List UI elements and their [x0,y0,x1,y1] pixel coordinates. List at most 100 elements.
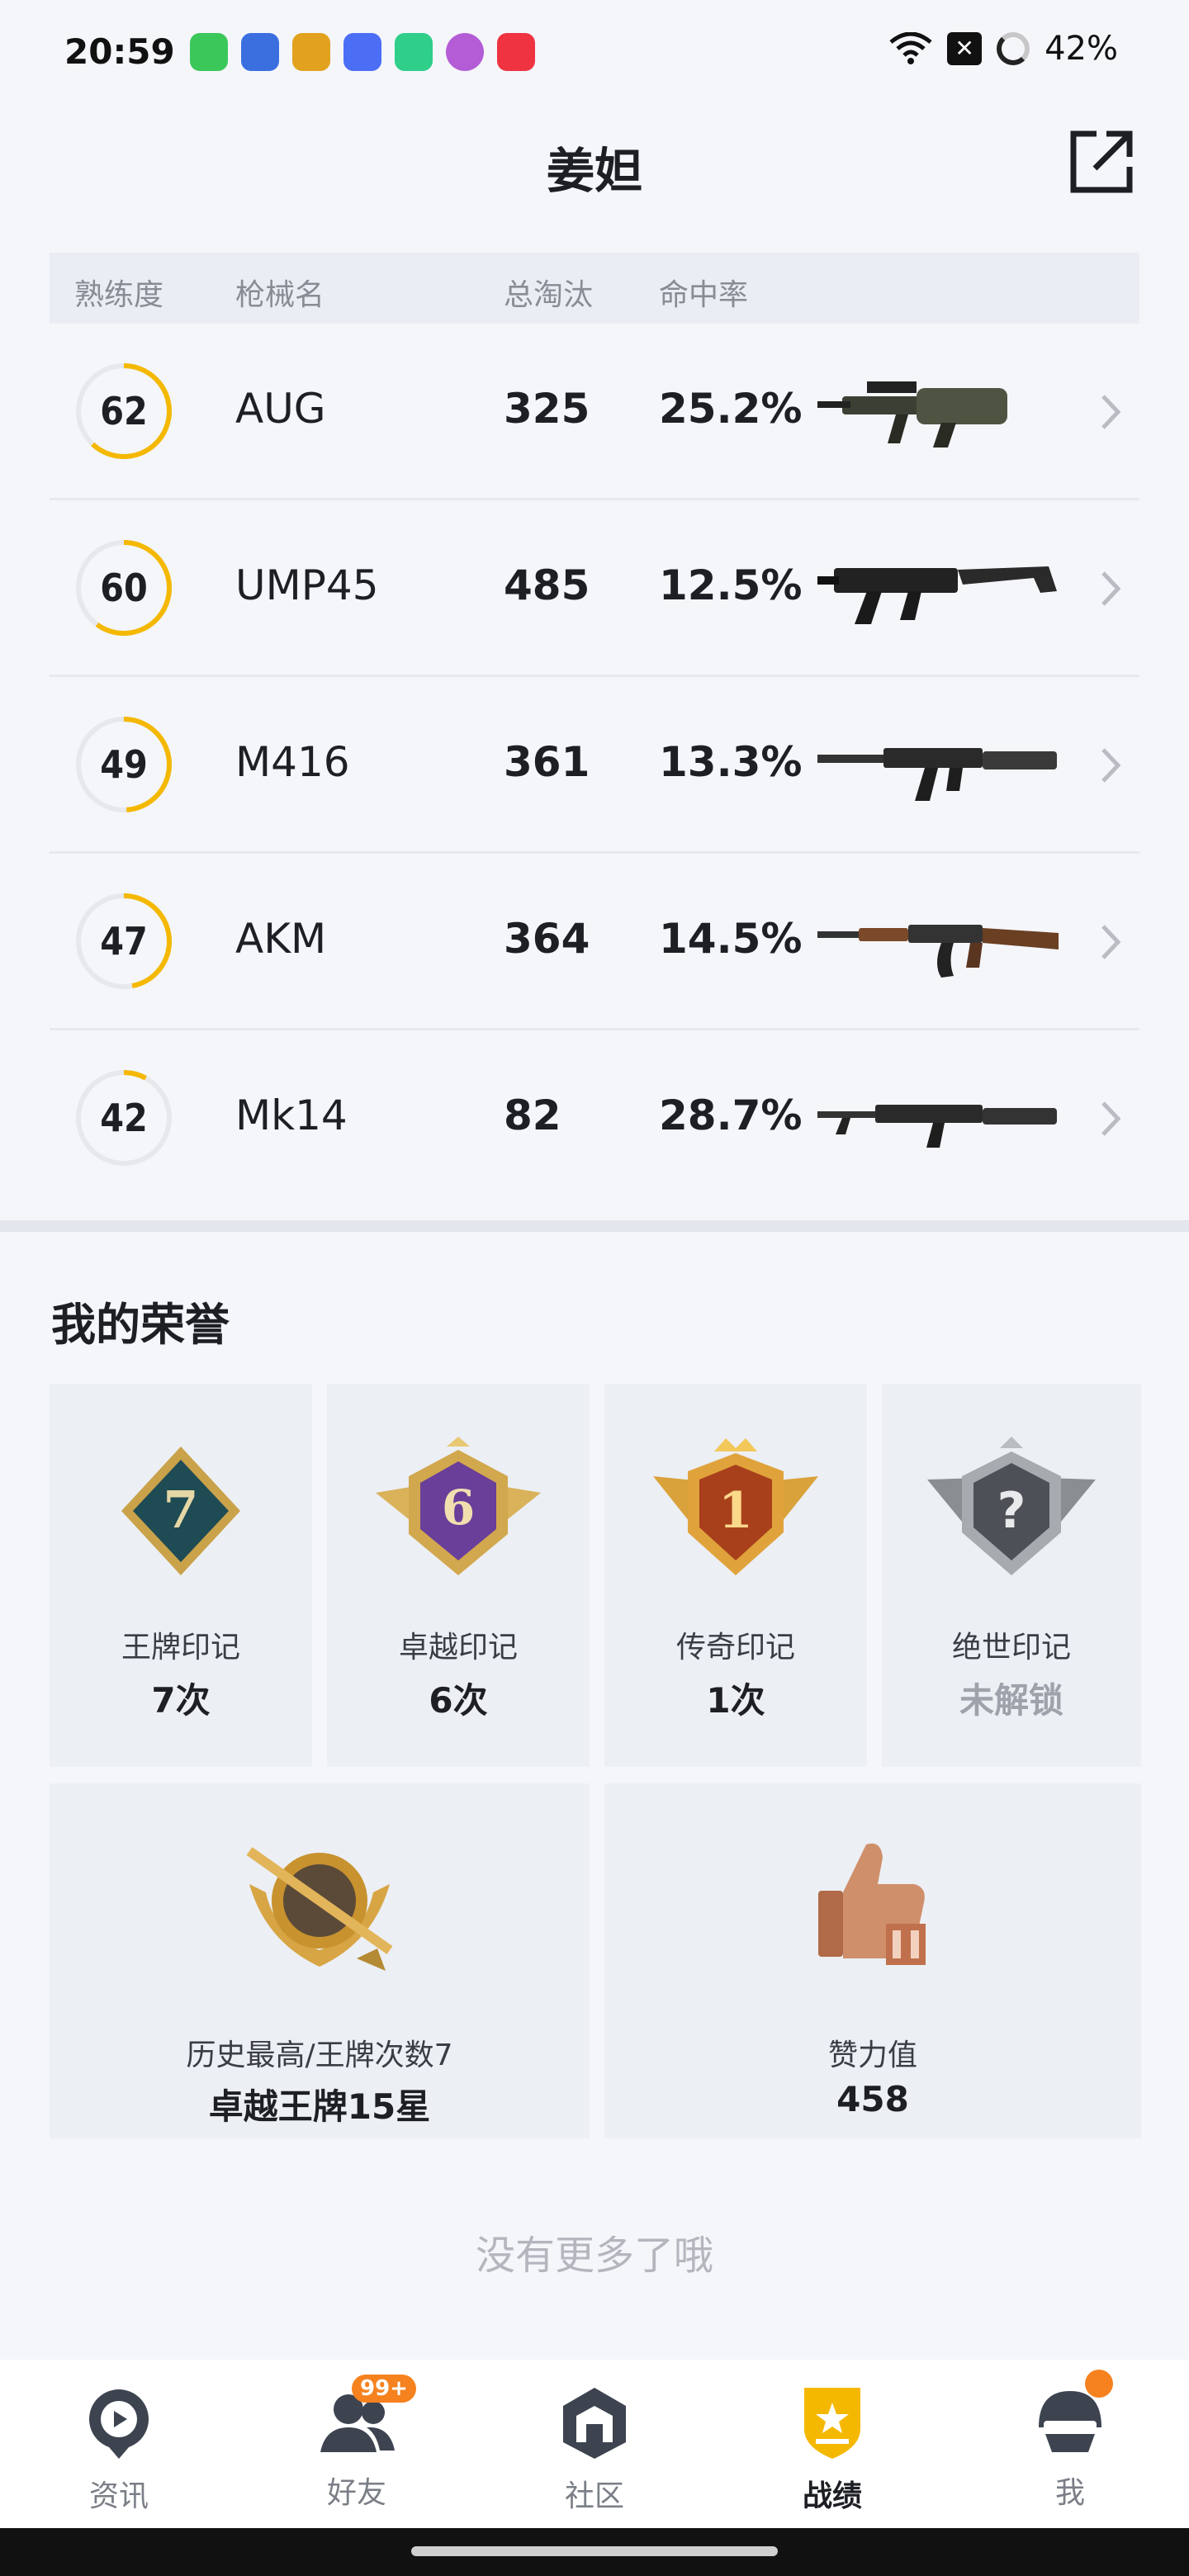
weapon-name: M416 [235,738,350,786]
svg-text:?: ? [997,1482,1026,1540]
app-notification-icon [395,33,433,71]
honor-card-label: 卓越印记 [398,1631,518,1664]
stats-shield-icon [804,2388,860,2459]
weapon-row[interactable]: 49 M416 361 13.3% [50,677,1139,854]
honor-card-ace[interactable]: 7 王牌印记 7次 [50,1384,312,1767]
header-accuracy: 命中率 [659,278,749,312]
m416-rifle-icon [817,748,1057,801]
nav-label: 资讯 [88,2479,149,2513]
mastery-value: 62 [100,389,148,433]
excellence-mark-badge-icon: 6 [376,1437,541,1575]
honor-card-value: 1次 [706,1680,765,1721]
status-bar: 20:59 ✕ 42% [0,0,1189,107]
ump45-smg-icon [817,566,1057,624]
honor-card-label: 王牌印记 [121,1631,240,1664]
svg-text:7: 7 [163,1480,198,1540]
weapon-accuracy: 28.7% [659,1091,803,1139]
header-mastery: 熟练度 [74,278,164,312]
likes-label: 赞力值 [827,2039,917,2072]
bottom-nav: 资讯 99+ 好友 社区 战绩 我 [0,2360,1189,2528]
app-notification-icon [446,33,484,71]
honor-card-peerless[interactable]: ? 绝世印记 未解锁 [882,1384,1141,1767]
honor-card-excellence[interactable]: 6 卓越印记 6次 [327,1384,590,1767]
system-gesture-bar [0,2528,1189,2576]
app-notification-icon [497,33,535,71]
notification-dot [1085,2370,1113,2398]
sim-off-icon: ✕ [947,32,983,65]
mastery-value: 60 [100,566,148,610]
friends-count-badge: 99+ [352,2375,416,2403]
chevron-right-icon [1101,395,1121,429]
battery-percent: 42% [1045,30,1118,68]
app-notification-icon [292,33,330,71]
honor-card-label: 绝世印记 [951,1631,1071,1664]
svg-text:6: 6 [442,1480,475,1536]
nav-item-community[interactable]: 社区 [520,2376,669,2525]
app-notification-icon [343,33,381,71]
likes-value: 458 [836,2079,909,2119]
end-of-list-text: 没有更多了哦 [475,2233,713,2279]
share-icon[interactable] [1067,127,1136,197]
community-house-icon [563,2388,626,2459]
weapon-accuracy: 25.2% [659,385,803,433]
app-notification-icon [190,33,228,71]
friends-icon-wrap: 99+ [317,2375,416,2460]
nav-item-friends[interactable]: 99+ 好友 [282,2375,431,2525]
weapon-name: AUG [235,385,326,433]
status-time: 20:59 [64,31,175,72]
honor-section-title: 我的荣誉 [51,1299,230,1351]
honor-card-legend[interactable]: 1 传奇印记 1次 [604,1384,867,1767]
honor-card-value: 6次 [429,1680,488,1721]
section-divider [0,1220,1189,1232]
mastery-value: 42 [100,1096,148,1140]
header-total-kills: 总淘汰 [504,278,594,312]
weapon-row[interactable]: 62 AUG 325 25.2% [50,324,1139,500]
chevron-right-icon [1101,571,1121,606]
page-header: 姜妲 [0,116,1189,215]
mk14-rifle-icon [817,1105,1057,1148]
honor-card-value: 7次 [151,1680,211,1721]
weapon-row[interactable]: 42 Mk14 82 28.7% [50,1030,1139,1207]
nav-label: 社区 [564,2479,624,2513]
legend-mark-badge-icon: 1 [653,1438,818,1575]
nav-item-stats[interactable]: 战绩 [758,2376,907,2525]
ace-mark-badge-icon: 7 [121,1447,240,1575]
weapon-kills: 364 [504,915,590,963]
weapon-table: 熟练度 枪械名 总淘汰 命中率 62 AUG 325 25.2% 60 UMP4… [50,253,1139,1207]
highest-rank-label: 历史最高/王牌次数7 [186,2039,453,2072]
nav-item-news[interactable]: 资讯 [45,2376,193,2525]
weapon-kills: 82 [504,1091,561,1139]
ace-rank-emblem-icon [246,1847,393,1971]
mastery-value: 49 [100,742,148,787]
honor-card-label: 传奇印记 [675,1631,795,1664]
news-play-icon [89,2389,149,2459]
highest-rank-value: 卓越王牌15星 [208,2086,431,2127]
chevron-right-icon [1101,925,1121,959]
me-icon-wrap [1030,2370,1113,2460]
svg-text:1: 1 [718,1482,753,1540]
table-header: 熟练度 枪械名 总淘汰 命中率 [50,253,1139,324]
akm-rifle-icon [817,925,1059,978]
nav-label: 我 [1054,2476,1085,2510]
honor-card-likes[interactable]: 赞力值 458 [604,1783,1141,2138]
weapon-row[interactable]: 47 AKM 364 14.5% [50,854,1139,1030]
nav-label: 战绩 [802,2479,862,2513]
weapon-name: Mk14 [235,1091,348,1139]
home-indicator[interactable] [411,2546,778,2556]
weapon-name: AKM [235,915,327,963]
weapon-kills: 485 [504,561,590,609]
weapon-accuracy: 13.3% [659,738,803,786]
thumbs-up-trophy-icon [818,1843,926,1965]
weapon-kills: 325 [504,385,590,433]
chevron-right-icon [1101,1101,1121,1136]
app-notification-icon [241,33,279,71]
weapon-kills: 361 [504,738,590,786]
honor-card-highest-rank[interactable]: 历史最高/王牌次数7 卓越王牌15星 [50,1783,590,2138]
page-title: 姜妲 [546,143,642,199]
nav-item-me[interactable]: 我 [996,2370,1144,2525]
aug-rifle-icon [817,381,1007,447]
wifi-icon [889,32,932,64]
honor-card-value: 未解锁 [959,1680,1063,1721]
mastery-value: 47 [100,919,148,964]
weapon-row[interactable]: 60 UMP45 485 12.5% [50,500,1139,677]
